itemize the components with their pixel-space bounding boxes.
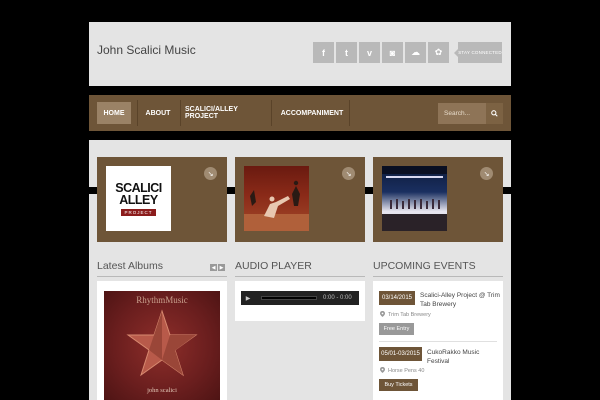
search-icon: [491, 110, 498, 117]
search-input[interactable]: [438, 103, 486, 124]
prev-icon[interactable]: ◀: [210, 264, 217, 271]
feature-card[interactable]: SCALICI ALLEY PROJECT ↘: [97, 157, 227, 242]
next-icon[interactable]: ▶: [218, 264, 225, 271]
search-button[interactable]: [486, 103, 503, 124]
instagram-icon[interactable]: ◙: [382, 42, 403, 63]
nav-item-scalici-alley-project[interactable]: SCALICI/ALLEY PROJECT: [185, 102, 270, 124]
logo-bar: PROJECT: [121, 208, 156, 216]
facebook-icon[interactable]: f: [313, 42, 334, 63]
audio-player-title: AUDIO PLAYER: [235, 260, 312, 272]
search-form: [438, 103, 503, 124]
albums-pager: ◀ ▶: [210, 264, 225, 271]
event-name[interactable]: CukoRakko Music Festival: [427, 348, 499, 366]
vimeo-icon[interactable]: v: [359, 42, 380, 63]
social-links: f t v ◙ ☁ ✿: [313, 42, 449, 63]
nav-item-about[interactable]: ABOUT: [141, 102, 175, 124]
audio-player-box: ▶ 0:00 - 0:00: [235, 281, 365, 321]
nav-item-home[interactable]: HOME: [97, 102, 131, 124]
dance-figures: [244, 180, 309, 231]
soundcloud-icon[interactable]: ☁: [405, 42, 426, 63]
stage-scene: [382, 166, 447, 231]
logo-line-1: SCALICI: [115, 180, 162, 195]
location-pin-icon: [380, 311, 385, 317]
album-box: RhythmMusic john scalici: [97, 281, 227, 400]
events-box: 03/14/2015 Scalici-Alley Project @ Trim …: [373, 281, 503, 400]
section-divider: [97, 276, 227, 277]
arrow-icon[interactable]: ↘: [480, 167, 493, 180]
album-title: RhythmMusic: [136, 295, 188, 305]
event-location: Horse Pens 40: [388, 368, 425, 374]
nav-item-accompaniment[interactable]: ACCOMPANIMENT: [276, 102, 348, 124]
upcoming-events-title: UPCOMING EVENTS: [373, 260, 476, 272]
event-date: 05/01-03/2015: [379, 347, 422, 361]
event-separator: [379, 341, 497, 342]
free-entry-button[interactable]: Free Entry: [379, 323, 414, 335]
audio-player: ▶ 0:00 - 0:00: [241, 291, 359, 305]
audio-progress-track[interactable]: [261, 296, 317, 300]
logo-line-2: ALLEY: [119, 192, 158, 207]
arrow-icon[interactable]: ↘: [342, 167, 355, 180]
event-name[interactable]: Scalici-Alley Project @ Trim Tab Brewery: [420, 291, 500, 309]
stay-connected-label: STAY CONNECTED: [454, 42, 502, 63]
star-icon: [126, 309, 198, 377]
buy-tickets-button[interactable]: Buy Tickets: [379, 379, 418, 391]
twitter-icon[interactable]: t: [336, 42, 357, 63]
location-pin-icon: [380, 367, 385, 373]
feature-card[interactable]: ↘: [373, 157, 503, 242]
nav-separator: [137, 100, 138, 126]
event-location: Trim Tab Brewery: [388, 312, 431, 318]
section-divider: [235, 276, 365, 277]
site-title[interactable]: John Scalici Music: [97, 43, 196, 57]
dance-performance-photo[interactable]: [244, 166, 309, 231]
nav-separator: [271, 100, 272, 126]
reverbnation-icon[interactable]: ✿: [428, 42, 449, 63]
stage-performance-photo[interactable]: [382, 166, 447, 231]
event-date: 03/14/2015: [379, 291, 415, 305]
section-divider: [373, 276, 503, 277]
nav-separator: [349, 100, 350, 126]
audio-time: 0:00 - 0:00: [323, 295, 352, 301]
feature-card[interactable]: ↘: [235, 157, 365, 242]
arrow-icon[interactable]: ↘: [204, 167, 217, 180]
play-icon[interactable]: ▶: [241, 291, 255, 305]
latest-albums-title: Latest Albums: [97, 260, 163, 272]
album-cover[interactable]: RhythmMusic john scalici: [104, 291, 220, 400]
main-nav: HOME ABOUT SCALICI/ALLEY PROJECT ACCOMPA…: [89, 95, 511, 131]
album-artist: john scalici: [147, 387, 177, 394]
scalici-alley-project-logo[interactable]: SCALICI ALLEY PROJECT: [106, 166, 171, 231]
nav-separator: [180, 100, 181, 126]
site-header: John Scalici Music f t v ◙ ☁ ✿ STAY CONN…: [89, 22, 511, 86]
